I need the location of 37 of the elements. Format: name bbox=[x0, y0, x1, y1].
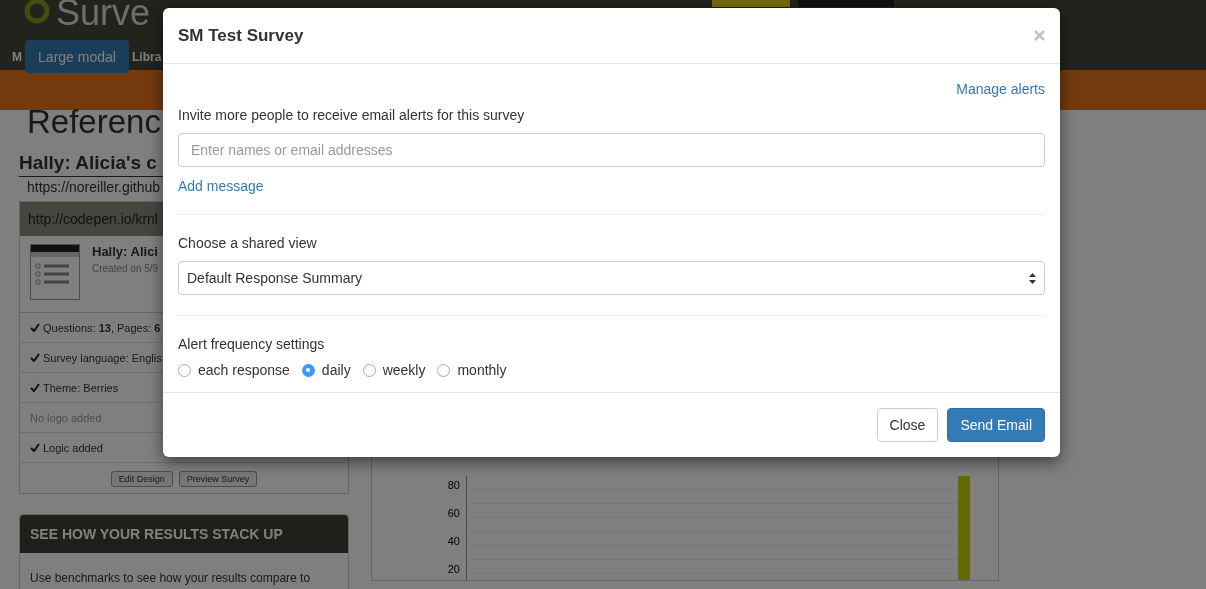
frequency-radio[interactable]: weekly bbox=[362, 362, 426, 378]
manage-alerts-link[interactable]: Manage alerts bbox=[956, 81, 1045, 97]
logo-text: Surve bbox=[56, 0, 151, 34]
axis-label: 40 bbox=[447, 534, 460, 548]
nav-link[interactable]: M bbox=[12, 49, 22, 64]
panel-text: Use benchmarks to see how your results compare to bbox=[29, 570, 312, 587]
footer-button[interactable]: Close bbox=[876, 408, 939, 442]
panel-button[interactable]: Edit Design bbox=[110, 471, 173, 487]
checklist-item: Theme: Berries bbox=[43, 381, 119, 394]
frequency-radio[interactable]: each response bbox=[178, 362, 290, 378]
survey-name: Hally: Alici bbox=[92, 244, 159, 259]
axis-label: 60 bbox=[447, 506, 460, 520]
checklist-item: Logic added bbox=[43, 441, 103, 454]
large-modal-button[interactable]: Large modal bbox=[25, 40, 129, 73]
frequency-radio[interactable]: daily bbox=[301, 362, 351, 378]
checklist-item: Survey language: Englis bbox=[43, 351, 162, 364]
invite-field[interactable]: Enter names or email addresses bbox=[178, 133, 1045, 167]
close-icon[interactable] bbox=[1034, 30, 1045, 41]
link-text: https://noreiller.github bbox=[27, 178, 161, 197]
field-label: Choose a shared view bbox=[178, 235, 318, 251]
shared-view-select[interactable]: Default Response Summary bbox=[178, 261, 1045, 295]
panel-button[interactable]: Preview Survey bbox=[178, 471, 258, 487]
frequency-radio[interactable]: monthly bbox=[437, 362, 507, 378]
page-heading: Referenc bbox=[27, 102, 161, 142]
field-label: Invite more people to receive email alerts for this survey bbox=[178, 107, 526, 123]
axis-label: 20 bbox=[447, 562, 460, 576]
checklist-item: Questions: 13, Pages: 6 bbox=[43, 321, 161, 334]
modal-title: SM Test Survey bbox=[178, 25, 304, 46]
axis-label: 80 bbox=[447, 478, 460, 492]
panel-header: SEE HOW YOUR RESULTS STACK UP bbox=[20, 515, 348, 553]
footer-button[interactable]: Send Email bbox=[947, 408, 1045, 442]
nav-link[interactable]: Libra bbox=[132, 49, 162, 64]
survey-thumbnail-icon bbox=[30, 244, 80, 300]
select-arrows-icon bbox=[1029, 272, 1036, 284]
add-message-link[interactable]: Add message bbox=[178, 178, 264, 194]
field-label: Alert frequency settings bbox=[178, 336, 326, 352]
logo-icon bbox=[24, 0, 50, 26]
